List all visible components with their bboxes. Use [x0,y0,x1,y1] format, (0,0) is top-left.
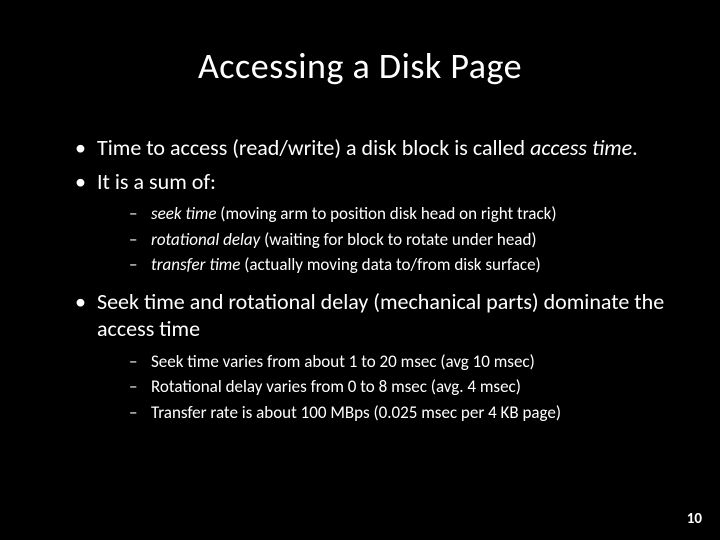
term-italic: transfer time [151,254,240,275]
bullet-item: Time to access (read/write) a disk block… [75,134,675,162]
bullet-text: Time to access (read/write) a disk block… [97,134,530,161]
bullet-text: It is a sum of: [97,168,216,195]
sub-item: Seek time varies from about 1 to 20 msec… [129,349,675,375]
sub-item: rotational delay (waiting for block to r… [129,227,675,253]
term-italic: seek time [151,203,216,224]
term-italic: rotational delay [151,229,260,250]
sub-item: Rotational delay varies from 0 to 8 msec… [129,374,675,400]
bullet-item: It is a sum of: seek time (moving arm to… [75,168,675,278]
term-italic: access time [530,134,632,161]
sub-text: (actually moving data to/from disk surfa… [240,254,540,275]
sub-text: Rotational delay varies from 0 to 8 msec… [151,376,521,397]
sub-item: Transfer rate is about 100 MBps (0.025 m… [129,400,675,426]
page-number: 10 [687,510,702,528]
sub-item: transfer time (actually moving data to/f… [129,252,675,278]
slide-title: Accessing a Disk Page [45,44,675,88]
sub-list: Seek time varies from about 1 to 20 msec… [97,349,675,426]
bullet-text: . [632,134,638,161]
sub-text: (moving arm to position disk head on rig… [216,203,556,224]
bullet-text: Seek time and rotational delay (mechanic… [97,288,664,343]
sub-text: (waiting for block to rotate under head) [260,229,536,250]
sub-item: seek time (moving arm to position disk h… [129,201,675,227]
slide: Accessing a Disk Page Time to access (re… [0,0,720,540]
bullet-list: Time to access (read/write) a disk block… [45,134,675,425]
bullet-item: Seek time and rotational delay (mechanic… [75,288,675,426]
sub-list: seek time (moving arm to position disk h… [97,201,675,278]
sub-text: Seek time varies from about 1 to 20 msec… [151,351,535,372]
sub-text: Transfer rate is about 100 MBps (0.025 m… [151,402,561,423]
